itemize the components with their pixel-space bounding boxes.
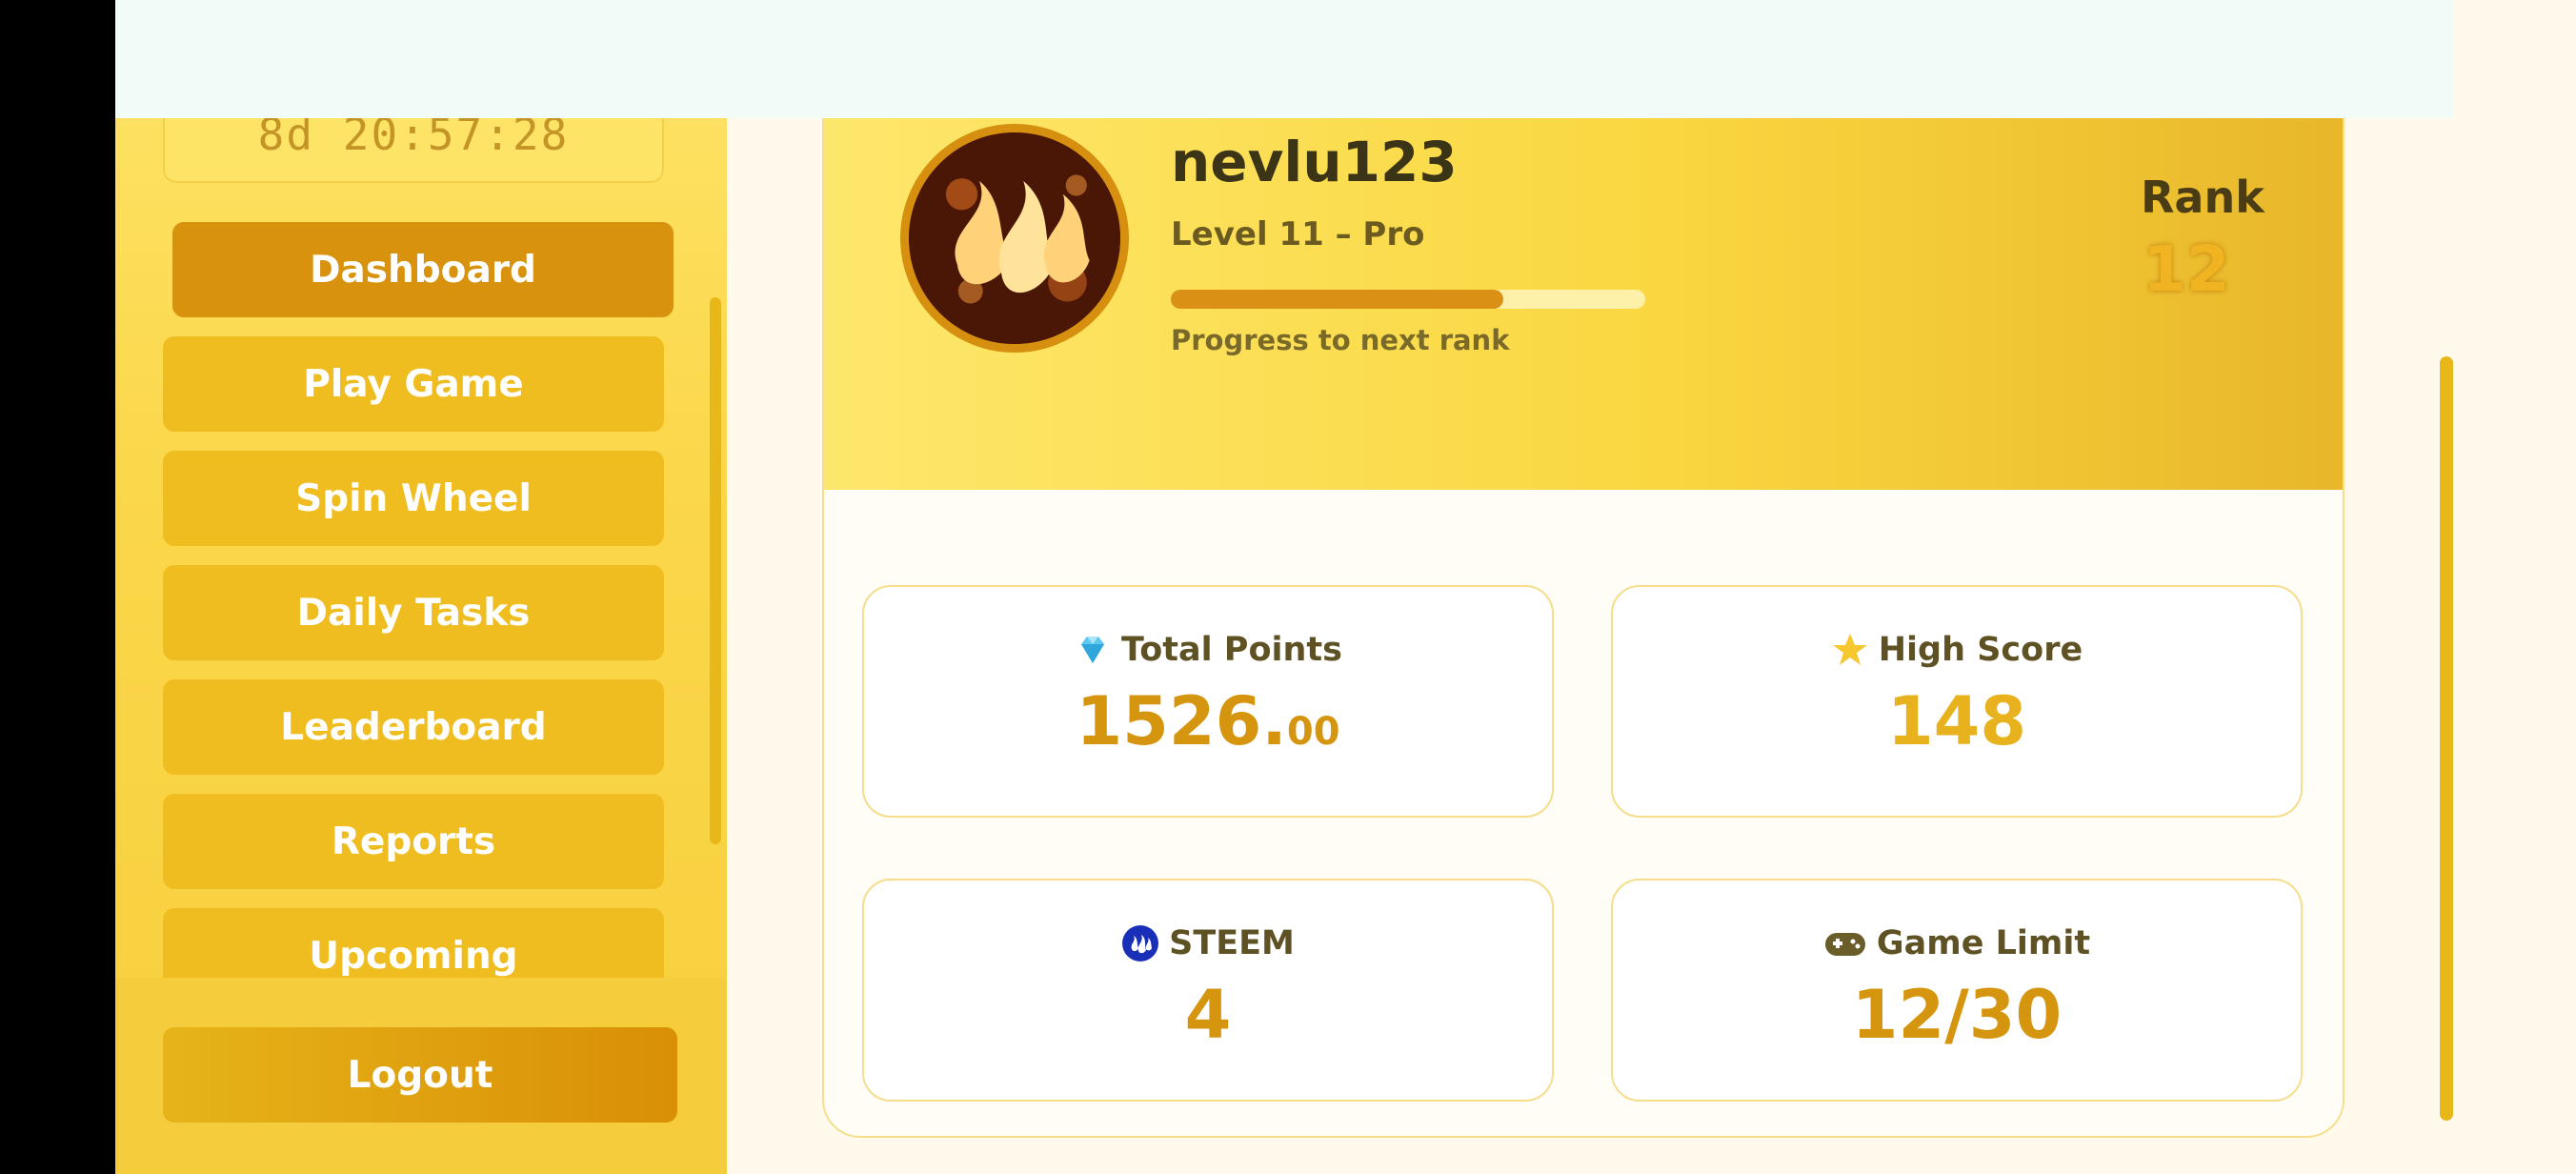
avatar: [900, 124, 1129, 353]
sidebar-footer: Logout: [115, 978, 727, 1174]
sidebar-item-spin-wheel[interactable]: Spin Wheel: [163, 451, 664, 546]
top-bar: [115, 0, 2453, 118]
game-limit-label: Game Limit: [1876, 924, 2091, 962]
steem-value: 4: [1184, 976, 1232, 1054]
steem-label: STEEM: [1169, 924, 1295, 962]
high-score-label: High Score: [1878, 631, 2083, 669]
sidebar-item-leaderboard[interactable]: Leaderboard: [163, 679, 664, 775]
sidebar-item-play-game[interactable]: Play Game: [163, 336, 664, 432]
logout-button[interactable]: Logout: [163, 1027, 677, 1123]
username: nevlu123: [1171, 130, 1458, 194]
sidebar-item-reports[interactable]: Reports: [163, 794, 664, 889]
rank-value: 12: [2143, 233, 2230, 306]
star-icon: [1831, 631, 1869, 669]
app-window: 8d 20:57:28 Dashboard Play Game Spin Whe…: [115, 0, 2576, 1174]
total-points-decimal: 00: [1286, 710, 1340, 754]
stat-card-game-limit: Game Limit 12/30: [1611, 879, 2303, 1102]
sidebar-item-dashboard[interactable]: Dashboard: [172, 222, 674, 317]
total-points-label: Total Points: [1121, 631, 1342, 669]
progress-label: Progress to next rank: [1171, 324, 1510, 356]
game-limit-value: 12/30: [1851, 976, 2063, 1054]
profile-header: nevlu123 Level 11 – Pro Progress to next…: [824, 59, 2343, 490]
total-points-integer: 1526.: [1076, 682, 1287, 760]
stat-card-steem: STEEM 4: [862, 879, 1554, 1102]
total-points-value: 1526.00: [1076, 682, 1339, 760]
gamepad-icon: [1823, 924, 1867, 962]
high-score-value: 148: [1886, 682, 2027, 760]
stat-card-high-score: High Score 148: [1611, 585, 2303, 818]
sidebar-item-daily-tasks[interactable]: Daily Tasks: [163, 565, 664, 660]
level-text: Level 11 – Pro: [1171, 215, 1425, 253]
steem-logo-avatar-icon: [909, 132, 1120, 344]
rank-progress-fill: [1171, 290, 1503, 309]
page-scrollbar[interactable]: [2440, 356, 2453, 1121]
gem-icon: [1074, 631, 1112, 669]
steem-icon: [1121, 924, 1159, 962]
sidebar: 8d 20:57:28 Dashboard Play Game Spin Whe…: [115, 0, 727, 1174]
rank-label: Rank: [2141, 172, 2264, 223]
stat-card-total-points: Total Points 1526.00: [862, 585, 1554, 818]
sidebar-scrollbar[interactable]: [710, 297, 721, 844]
rank-progress-bar: [1171, 290, 1645, 309]
dashboard-card: nevlu123 Level 11 – Pro Progress to next…: [822, 57, 2345, 1138]
